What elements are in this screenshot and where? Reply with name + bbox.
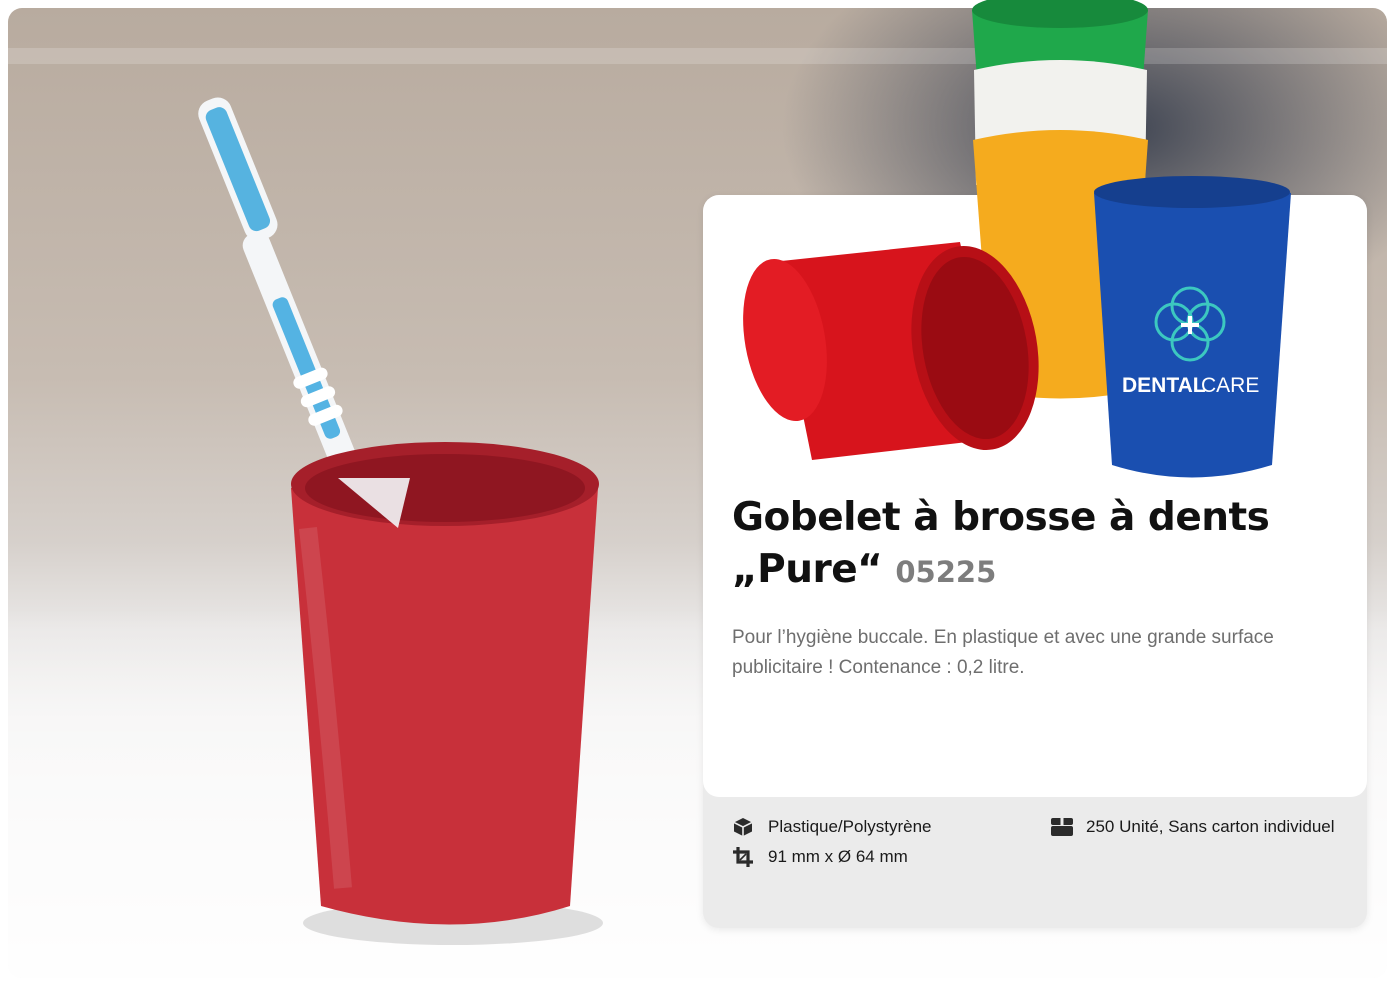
spec-dimensions-text: 91 mm x Ø 64 mm xyxy=(768,847,908,866)
product-title-text: Gobelet à brosse à dents „Pure“ xyxy=(732,495,1270,592)
logo-text-care: CARE xyxy=(1201,374,1259,397)
crop-icon xyxy=(732,846,754,868)
blue-cup xyxy=(1094,182,1291,478)
spec-packaging: 250 Unité, Sans carton individuel xyxy=(1050,816,1335,838)
spec-material-text: Plastique/Polystyrène xyxy=(768,817,932,836)
box-icon xyxy=(732,816,754,838)
spec-dimensions: 91 mm x Ø 64 mm xyxy=(732,846,908,868)
article-number: 05225 xyxy=(895,555,997,589)
spec-packaging-text: 250 Unité, Sans carton individuel xyxy=(1086,817,1335,836)
package-icon xyxy=(1050,816,1073,838)
logo-text-dental: DENTAL xyxy=(1122,374,1206,397)
product-description: Pour l’hygiène buccale. En plastique et … xyxy=(732,627,1274,678)
product-title: Gobelet à brosse à dents „Pure“ 05225 xyxy=(732,492,1342,598)
spec-material: Plastique/Polystyrène xyxy=(732,816,931,838)
